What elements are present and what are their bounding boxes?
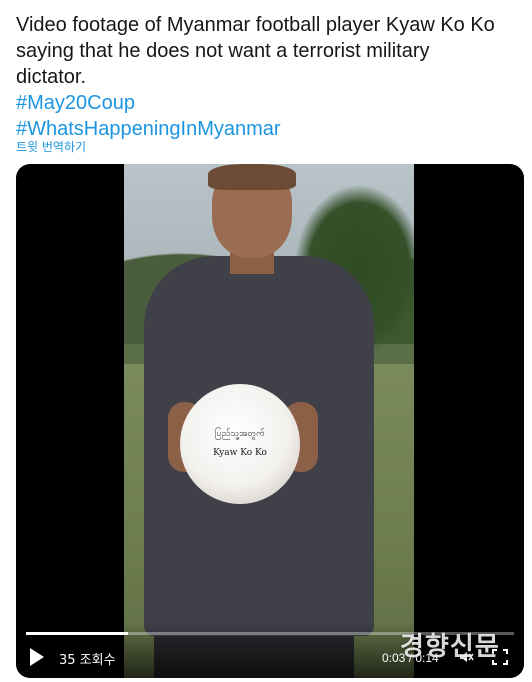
watermark-logo: 경향신문: [400, 632, 500, 662]
video-player[interactable]: ပြည်သူ့အတွက် Kyaw Ko Ko 35 조회수 0:03 / 0:…: [16, 164, 524, 678]
hashtag-may20coup[interactable]: #May20Coup: [16, 90, 516, 116]
video-frame: ပြည်သူ့အတွက် Kyaw Ko Ko: [124, 164, 414, 678]
hashtag-whatshappeninginmyanmar[interactable]: #WhatsHappeningInMyanmar: [16, 116, 516, 142]
tweet-text-line-3: dictator.: [16, 66, 87, 88]
translate-tweet-link[interactable]: 트윗 번역하기: [16, 138, 86, 155]
tweet-text-line-2: saying that he does not want a terrorist…: [16, 40, 430, 62]
player-hair: [208, 164, 296, 190]
ball-text-name: Kyaw Ko Ko: [213, 448, 267, 458]
tweet-text: Video footage of Myanmar football player…: [16, 12, 516, 142]
view-count: 35 조회수: [59, 653, 116, 668]
progress-fill: [26, 632, 129, 635]
tweet-text-line-1: Video footage of Myanmar football player…: [16, 14, 495, 36]
play-icon[interactable]: [30, 648, 44, 666]
football: ပြည်သူ့အတွက် Kyaw Ko Ko: [180, 384, 300, 504]
ball-text-burmese: ပြည်သူ့အတွက်: [215, 429, 265, 439]
